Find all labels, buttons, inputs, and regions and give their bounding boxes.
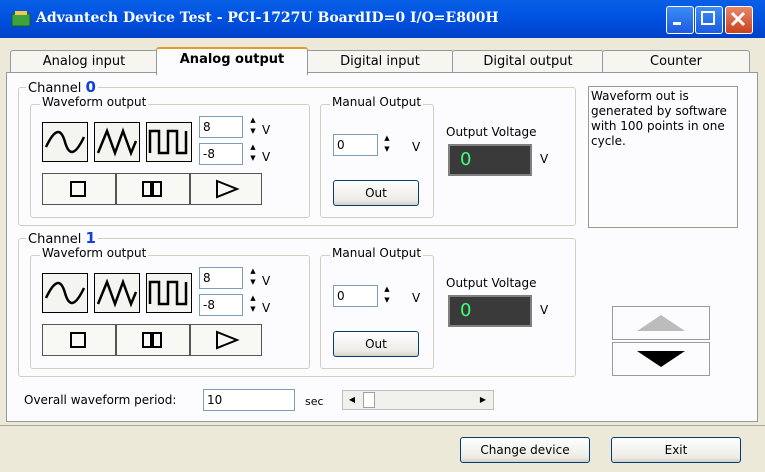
tab-digital-input[interactable]: Digital input — [306, 50, 454, 73]
high-voltage-spinner[interactable]: ▲ ▼ — [246, 267, 260, 289]
low-voltage-spinner[interactable]: ▲ ▼ — [246, 143, 260, 165]
period-scrollbar[interactable]: ◀ ▶ — [342, 390, 494, 410]
start-button[interactable] — [190, 324, 262, 356]
channel-1-number: 1 — [85, 229, 96, 247]
footer-separator — [0, 425, 765, 426]
stop-icon — [70, 332, 86, 348]
manual-output-input[interactable]: 0 — [333, 134, 378, 156]
close-button[interactable] — [725, 6, 753, 34]
output-voltage-display: 0 — [448, 144, 532, 176]
triangle-wave-button[interactable] — [94, 273, 140, 313]
arrow-down-icon — [637, 351, 685, 367]
triangle-wave-icon — [96, 127, 138, 157]
manual-output-spinner[interactable]: ▲ ▼ — [380, 285, 394, 307]
start-button[interactable] — [190, 173, 262, 205]
manual-output-label: Manual Output — [330, 246, 424, 260]
square-wave-button[interactable] — [146, 122, 192, 162]
output-voltage-label: Output Voltage — [446, 125, 537, 139]
scroll-left-icon[interactable]: ◀ — [344, 392, 360, 408]
tab-counter[interactable]: Counter — [602, 50, 750, 73]
low-voltage-input[interactable]: -8 — [199, 294, 243, 316]
play-icon — [216, 179, 240, 199]
stop-icon — [70, 181, 86, 197]
pause-button[interactable] — [116, 173, 190, 205]
tab-analog-output[interactable]: Analog output — [156, 47, 308, 75]
triangle-wave-icon — [96, 278, 138, 308]
channel-up-button[interactable] — [612, 306, 710, 340]
output-voltage-unit: V — [540, 152, 549, 166]
low-voltage-spinner[interactable]: ▲ ▼ — [246, 294, 260, 316]
waveform-output-label: Waveform output — [40, 246, 149, 260]
channel-0-number: 0 — [85, 78, 96, 96]
sine-wave-icon — [44, 130, 86, 154]
period-label: Overall waveform period: — [24, 393, 177, 407]
sine-wave-button[interactable] — [42, 122, 88, 162]
maximize-button[interactable] — [695, 6, 723, 34]
high-voltage-input[interactable]: 8 — [199, 116, 243, 138]
channel-down-button[interactable] — [612, 342, 710, 376]
output-voltage-unit: V — [540, 303, 549, 317]
app-icon — [10, 8, 32, 30]
high-voltage-input[interactable]: 8 — [199, 267, 243, 289]
waveform-output-label: Waveform output — [40, 95, 149, 109]
play-icon — [216, 330, 240, 350]
sine-wave-icon — [44, 281, 86, 305]
close-icon — [730, 11, 746, 27]
pause-button[interactable] — [116, 324, 190, 356]
high-voltage-unit: V — [262, 123, 271, 137]
manual-output-input[interactable]: 0 — [333, 285, 378, 307]
low-voltage-input[interactable]: -8 — [199, 143, 243, 165]
square-wave-icon — [148, 129, 188, 155]
title-bar: Advantech Device Test - PCI-1727U BoardI… — [0, 0, 765, 38]
period-input[interactable]: 10 — [203, 389, 295, 411]
channel-0-title: Channel 0 — [26, 78, 98, 96]
change-device-button[interactable]: Change device — [460, 437, 590, 463]
low-voltage-unit: V — [262, 150, 271, 164]
pause-icon — [142, 181, 162, 197]
square-wave-button[interactable] — [146, 273, 192, 313]
manual-output-spinner[interactable]: ▲ ▼ — [380, 134, 394, 156]
high-voltage-spinner[interactable]: ▲ ▼ — [246, 116, 260, 138]
triangle-wave-button[interactable] — [94, 122, 140, 162]
out-button[interactable]: Out — [333, 331, 419, 357]
arrow-up-icon — [637, 315, 685, 331]
sine-wave-button[interactable] — [42, 273, 88, 313]
square-wave-icon — [148, 280, 188, 306]
output-voltage-display: 0 — [448, 295, 532, 327]
minimize-button[interactable] — [666, 6, 694, 34]
manual-output-unit: V — [412, 140, 421, 154]
low-voltage-unit: V — [262, 301, 271, 315]
exit-button[interactable]: Exit — [611, 437, 741, 463]
high-voltage-unit: V — [262, 274, 271, 288]
info-text: Waveform out is generated by software wi… — [588, 86, 738, 228]
stop-button[interactable] — [42, 173, 116, 205]
channel-1-title: Channel 1 — [26, 229, 98, 247]
output-voltage-label: Output Voltage — [446, 276, 537, 290]
out-button[interactable]: Out — [333, 180, 419, 206]
scroll-thumb[interactable] — [363, 392, 375, 408]
pause-icon — [142, 332, 162, 348]
period-unit: sec — [305, 395, 324, 408]
manual-output-unit: V — [412, 291, 421, 305]
stop-button[interactable] — [42, 324, 116, 356]
manual-output-label: Manual Output — [330, 95, 424, 109]
tab-digital-output[interactable]: Digital output — [452, 50, 604, 73]
window-title: Advantech Device Test - PCI-1727U BoardI… — [36, 10, 499, 26]
scroll-right-icon[interactable]: ▶ — [475, 392, 491, 408]
tab-analog-input[interactable]: Analog input — [10, 50, 158, 73]
